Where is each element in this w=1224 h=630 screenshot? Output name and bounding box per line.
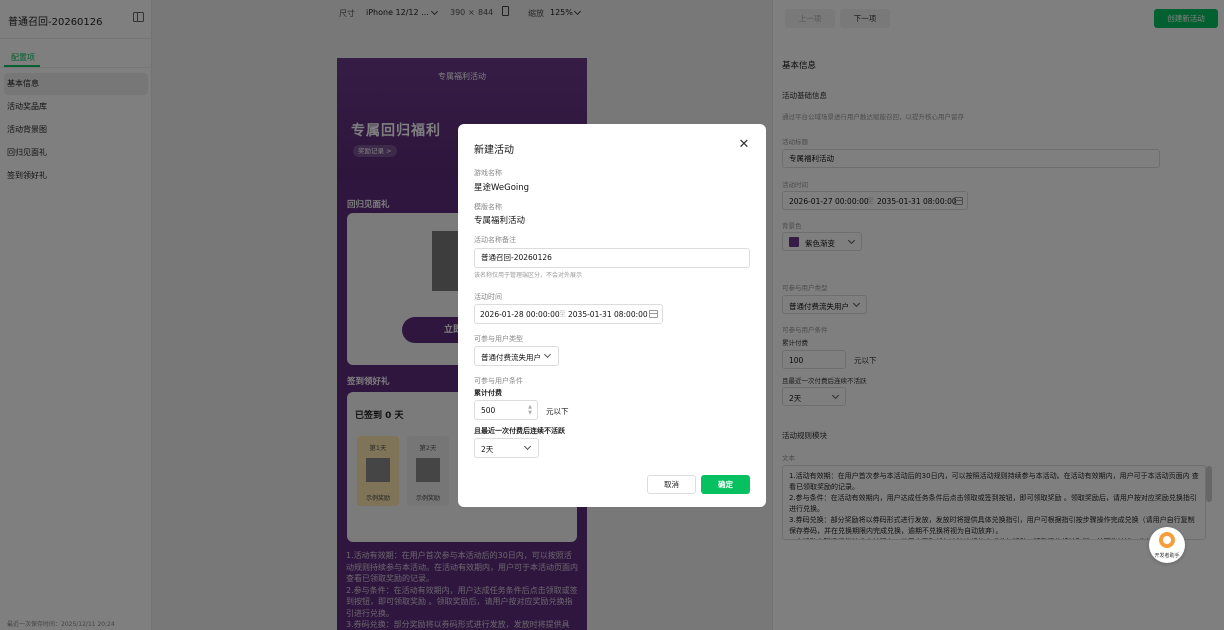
start-time: 2026-01-28 00:00:00 [480,310,560,319]
field-label: 可参与用户条件 [474,377,523,385]
range-separator: 至 [559,310,566,318]
new-activity-dialog: 新建活动 ✕ 游戏名称 星途WeGoing 模版名称 专属福利活动 活动名称备注… [458,124,766,507]
game-name: 星途WeGoing [474,183,530,193]
chevron-down-icon [543,350,552,359]
template-name: 专属福利活动 [474,216,526,226]
pay-amount-input[interactable]: 500 ▲ ▼ [474,400,538,420]
field-label: 活动名称备注 [474,236,516,244]
helper-icon [1159,532,1175,548]
developer-helper-button[interactable]: 开发者助手 [1149,527,1185,563]
field-label: 且最近一次付费后连续不活跃 [474,427,565,435]
field-hint: 该名称仅用于管理端区分，不会对外展示 [474,272,583,279]
confirm-button[interactable]: 确定 [701,475,750,494]
field-label: 模版名称 [474,203,502,211]
field-label: 游戏名称 [474,169,502,177]
field-label: 累计付费 [474,389,502,397]
select-value: 普通付费流失用户 [481,353,541,362]
unit-label: 元以下 [546,407,569,416]
remark-input[interactable]: 普通召回-20260126 [474,248,750,268]
close-icon[interactable]: ✕ [737,138,751,152]
calendar-icon [649,310,658,318]
end-time: 2035-01-31 08:00:00 [568,310,648,319]
dialog-title: 新建活动 [474,145,514,156]
inactive-days-select[interactable]: 2天 [474,438,539,458]
cancel-button[interactable]: 取消 [647,475,696,494]
input-value: 500 [481,406,496,415]
user-type-select[interactable]: 普通付费流失用户 [474,346,559,366]
activity-time-range[interactable]: 2026-01-28 00:00:00 至 2035-01-31 08:00:0… [474,304,663,324]
field-label: 可参与用户类型 [474,335,523,343]
chevron-down-icon [523,442,532,451]
stepper-icon[interactable]: ▲ ▼ [527,404,533,416]
select-value: 2天 [481,445,494,454]
field-label: 活动时间 [474,293,502,301]
helper-label: 开发者助手 [1154,553,1180,559]
